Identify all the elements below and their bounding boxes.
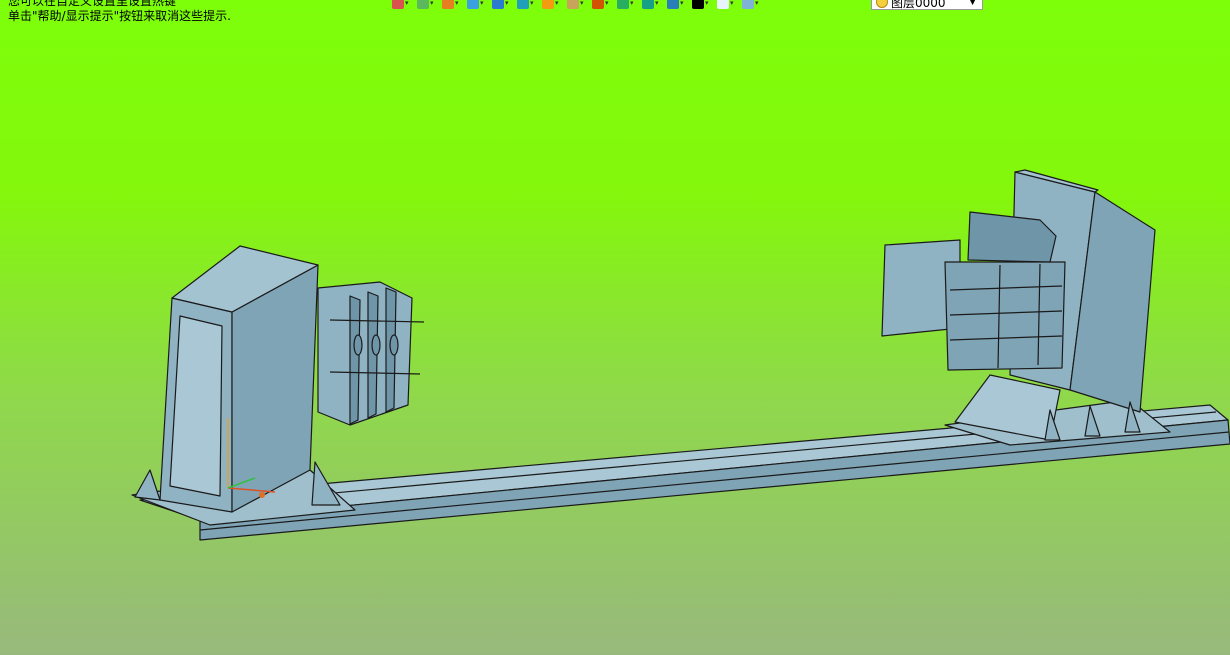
- left-chuck-hole: [389, 334, 399, 356]
- right-chuck-rack: [944, 261, 1066, 371]
- left-chuck-hole: [353, 334, 363, 356]
- left-chuck-body: [317, 281, 413, 426]
- left-gusset: [134, 469, 161, 501]
- 3d-viewport[interactable]: [0, 0, 1230, 655]
- left-chuck-hole: [371, 334, 381, 356]
- left-chuck-plate: [349, 295, 361, 425]
